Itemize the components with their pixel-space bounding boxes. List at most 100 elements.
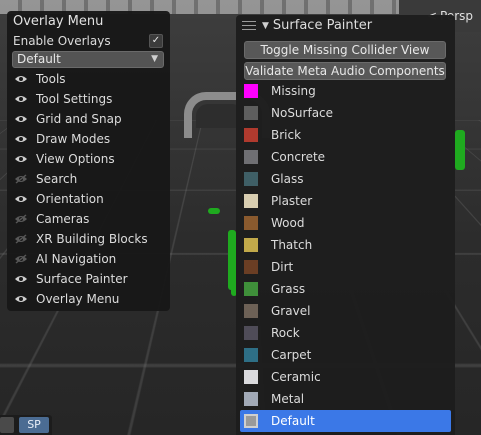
surface-item[interactable]: Wood — [240, 212, 451, 234]
surface-item-label: Rock — [271, 326, 300, 340]
surface-painter-title: Surface Painter — [272, 18, 373, 33]
surface-item[interactable]: Gravel — [240, 300, 451, 322]
overlay-item-label: Surface Painter — [36, 272, 128, 286]
tool-icon[interactable] — [0, 417, 14, 433]
surface-item[interactable]: Missing — [240, 80, 451, 102]
mini-toolbar: SP — [0, 415, 52, 435]
color-swatch — [244, 106, 258, 120]
color-swatch — [244, 128, 258, 142]
surface-item[interactable]: Thatch — [240, 234, 451, 256]
overlay-item[interactable]: View Options — [12, 149, 167, 169]
toggle-missing-collider-button[interactable]: Toggle Missing Collider View — [244, 41, 446, 59]
eye-hidden-icon[interactable] — [14, 254, 30, 264]
eye-icon[interactable] — [14, 294, 30, 304]
color-swatch — [244, 260, 258, 274]
surface-item[interactable]: NoSurface — [240, 102, 451, 124]
overlay-item-label: Grid and Snap — [36, 112, 122, 126]
overlay-item[interactable]: AI Navigation — [12, 249, 167, 269]
validate-audio-button[interactable]: Validate Meta Audio Components — [244, 62, 446, 80]
scene-green-object — [208, 208, 220, 214]
overlay-item[interactable]: Tool Settings — [12, 89, 167, 109]
overlay-item-label: Search — [36, 172, 78, 186]
overlay-menu-panel: Overlay Menu Enable Overlays ✓ Default ▼… — [7, 11, 170, 311]
surface-item-label: NoSurface — [271, 106, 334, 120]
eye-hidden-icon[interactable] — [14, 234, 30, 244]
surface-item-label: Missing — [271, 84, 316, 98]
surface-painter-header[interactable]: ▼ Surface Painter — [236, 15, 455, 36]
color-swatch — [244, 150, 258, 164]
overlay-item[interactable]: Draw Modes — [12, 129, 167, 149]
overlay-item[interactable]: Surface Painter — [12, 269, 167, 289]
scene-green-object — [455, 130, 465, 170]
surface-item-label: Grass — [271, 282, 306, 296]
surface-item-label: Dirt — [271, 260, 294, 274]
overlay-menu-title: Overlay Menu — [13, 14, 104, 29]
eye-hidden-icon[interactable] — [14, 214, 30, 224]
drag-handle-icon[interactable] — [242, 21, 256, 30]
surface-item[interactable]: Default — [240, 410, 451, 432]
eye-icon[interactable] — [14, 94, 30, 104]
overlay-item[interactable]: Orientation — [12, 189, 167, 209]
eye-icon[interactable] — [14, 74, 30, 84]
eye-icon[interactable] — [14, 154, 30, 164]
color-swatch — [244, 282, 258, 296]
overlay-item[interactable]: Search — [12, 169, 167, 189]
collapse-triangle-icon[interactable]: ▼ — [262, 21, 269, 31]
surface-item-label: Brick — [271, 128, 302, 142]
overlay-item-label: Draw Modes — [36, 132, 111, 146]
overlay-preset-dropdown[interactable]: Default ▼ — [12, 51, 164, 68]
overlay-preset-value: Default — [17, 52, 61, 66]
color-swatch — [244, 84, 258, 98]
surface-item[interactable]: Dirt — [240, 256, 451, 278]
eye-icon[interactable] — [14, 134, 30, 144]
surface-item-label: Glass — [271, 172, 304, 186]
surface-item-label: Default — [271, 414, 315, 428]
color-swatch — [244, 304, 258, 318]
surface-item[interactable]: Carpet — [240, 344, 451, 366]
eye-icon[interactable] — [14, 274, 30, 284]
surface-item-label: Ceramic — [271, 370, 321, 384]
dropdown-caret-icon: ▼ — [151, 54, 158, 64]
surface-item-label: Wood — [271, 216, 305, 230]
surface-list: Missing NoSurface Brick Concrete Glass Plaste… — [240, 80, 451, 432]
overlay-item-label: View Options — [36, 152, 115, 166]
overlay-item-label: Cameras — [36, 212, 90, 226]
eye-hidden-icon[interactable] — [14, 174, 30, 184]
eye-icon[interactable] — [14, 114, 30, 124]
enable-overlays-checkbox[interactable]: ✓ — [149, 34, 163, 48]
surface-item[interactable]: Ceramic — [240, 366, 451, 388]
color-swatch — [244, 326, 258, 340]
enable-overlays-row[interactable]: Enable Overlays ✓ — [13, 32, 163, 50]
overlay-item-label: XR Building Blocks — [36, 232, 148, 246]
surface-item[interactable]: Brick — [240, 124, 451, 146]
surface-item-label: Concrete — [271, 150, 326, 164]
surface-item-label: Thatch — [271, 238, 313, 252]
enable-overlays-label: Enable Overlays — [13, 34, 111, 48]
surface-painter-toggle[interactable]: SP — [19, 417, 49, 433]
overlay-item-label: Tool Settings — [36, 92, 113, 106]
surface-item[interactable]: Rock — [240, 322, 451, 344]
color-swatch — [244, 194, 258, 208]
surface-item[interactable]: Grass — [240, 278, 451, 300]
overlay-item[interactable]: XR Building Blocks — [12, 229, 167, 249]
surface-item-label: Carpet — [271, 348, 312, 362]
surface-item[interactable]: Concrete — [240, 146, 451, 168]
color-swatch — [244, 348, 258, 362]
surface-item[interactable]: Glass — [240, 168, 451, 190]
color-swatch — [244, 414, 258, 428]
overlay-item[interactable]: Cameras — [12, 209, 167, 229]
surface-item[interactable]: Plaster — [240, 190, 451, 212]
overlay-item[interactable]: Tools — [12, 69, 167, 89]
surface-item-label: Gravel — [271, 304, 311, 318]
surface-item-label: Plaster — [271, 194, 313, 208]
overlay-item-label: Tools — [36, 72, 66, 86]
overlay-item[interactable]: Overlay Menu — [12, 289, 167, 309]
color-swatch — [244, 172, 258, 186]
overlay-item-label: Orientation — [36, 192, 104, 206]
color-swatch — [244, 370, 258, 384]
surface-painter-panel: ▼ Surface Painter Toggle Missing Collide… — [236, 15, 455, 435]
overlay-item[interactable]: Grid and Snap — [12, 109, 167, 129]
eye-icon[interactable] — [14, 194, 30, 204]
color-swatch — [244, 238, 258, 252]
surface-item[interactable]: Metal — [240, 388, 451, 410]
